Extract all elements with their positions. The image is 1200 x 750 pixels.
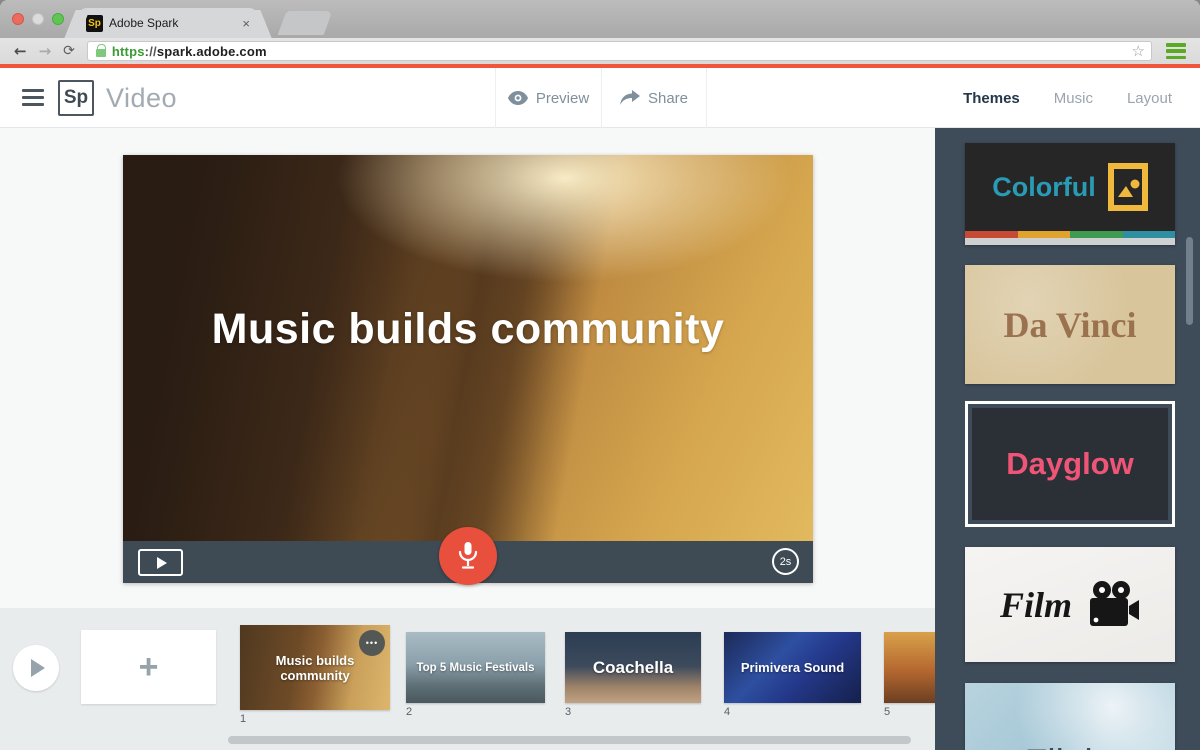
timeline-play-button[interactable] (13, 645, 59, 691)
timeline-scrollbar[interactable] (228, 736, 911, 744)
slide-4-label: Primivera Sound (735, 660, 850, 675)
url-text: https://spark.adobe.com (112, 44, 267, 59)
theme-card-flight[interactable]: Flight (965, 683, 1175, 750)
bookmark-star-icon[interactable]: ☆ (1132, 42, 1145, 60)
browser-menu-icon[interactable] (1166, 43, 1186, 59)
timeline-play-icon (31, 659, 45, 677)
slide-4-number: 4 (724, 706, 730, 718)
new-tab-button[interactable] (278, 11, 333, 35)
tab-layout[interactable]: Layout (1127, 90, 1172, 107)
header-actions: Preview Share (495, 68, 707, 128)
video-canvas[interactable]: Music builds community 2s (123, 155, 813, 583)
slide-options-icon[interactable]: ••• (359, 630, 385, 656)
tab-title: Adobe Spark (109, 16, 236, 30)
close-window-button[interactable] (12, 13, 24, 25)
slide-2-number: 2 (406, 706, 412, 718)
minimize-window-button[interactable] (32, 13, 44, 25)
slide-3-number: 3 (565, 706, 571, 718)
slide-thumbnail-5[interactable]: Rock 5 (884, 632, 935, 703)
colorful-color-strip (965, 231, 1175, 238)
theme-card-film[interactable]: Film (965, 547, 1175, 662)
slide-thumbnail-2[interactable]: Top 5 Music Festivals 2 (406, 632, 545, 703)
theme-davinci-name: Da Vinci (1003, 304, 1136, 346)
movie-camera-icon (1086, 580, 1140, 630)
slide-2-label: Top 5 Music Festivals (410, 662, 540, 674)
tab-themes[interactable]: Themes (963, 90, 1020, 107)
share-button[interactable]: Share (601, 68, 707, 128)
share-arrow-icon (620, 90, 640, 106)
add-slide-button[interactable]: + (81, 630, 216, 704)
canvas-toolbar: 2s (123, 541, 813, 583)
preview-button[interactable]: Preview (495, 68, 601, 128)
timeline: + Music builds community ••• 1 Top 5 Mus… (0, 608, 935, 750)
microphone-icon (456, 541, 480, 571)
slide-thumbnail-1[interactable]: Music builds community ••• 1 (240, 625, 390, 710)
url-scheme: https (112, 44, 145, 59)
preview-label: Preview (536, 90, 589, 107)
stage: Music builds community 2s (0, 128, 1200, 750)
theme-card-davinci[interactable]: Da Vinci (965, 265, 1175, 384)
slide-3-label: Coachella (587, 658, 679, 678)
url-separator: :// (145, 44, 157, 59)
url-host: spark.adobe.com (157, 44, 267, 59)
browser-window: Sp Adobe Spark × ← → ⟳ https://spark.ado… (0, 0, 1200, 750)
spark-logo[interactable]: Sp (58, 80, 94, 116)
duration-badge[interactable]: 2s (772, 548, 799, 575)
tab-close-icon[interactable]: × (242, 16, 250, 31)
app-title: Video (106, 83, 177, 114)
slide-1-label: Music builds community (240, 653, 390, 683)
forward-icon[interactable]: → (39, 44, 52, 59)
fullscreen-window-button[interactable] (52, 13, 64, 25)
address-bar[interactable]: https://spark.adobe.com ☆ (87, 41, 1152, 61)
theme-dayglow-name: Dayglow (1006, 446, 1133, 482)
colorful-base-strip (965, 238, 1175, 245)
theme-colorful-name: Colorful (992, 172, 1095, 203)
themes-panel: Colorful Da Vinci Dayglow (935, 128, 1200, 750)
browser-navbar: ← → ⟳ https://spark.adobe.com ☆ (0, 38, 1200, 64)
themes-scrollbar[interactable] (1186, 237, 1193, 325)
slide-thumbnail-3[interactable]: Coachella 3 (565, 632, 701, 703)
slide-title-text[interactable]: Music builds community (123, 305, 813, 354)
reload-icon[interactable]: ⟳ (63, 44, 75, 58)
app-header: Sp Video Preview Share Themes Music Layo… (0, 68, 1200, 128)
theme-card-dayglow[interactable]: Dayglow (965, 401, 1175, 527)
https-lock-icon (96, 49, 106, 57)
back-icon[interactable]: ← (14, 44, 27, 59)
panel-tabs: Themes Music Layout (963, 68, 1200, 128)
slide-thumbnail-4[interactable]: Primivera Sound 4 (724, 632, 861, 703)
eye-icon (508, 91, 528, 105)
app-menu-icon[interactable] (22, 89, 44, 106)
theme-film-name: Film (1000, 584, 1072, 626)
share-label: Share (648, 90, 688, 107)
browser-tab[interactable]: Sp Adobe Spark × (78, 8, 258, 38)
slide-background-image[interactable]: Music builds community (123, 155, 813, 541)
tab-music[interactable]: Music (1054, 90, 1093, 107)
slide-5-number: 5 (884, 706, 890, 718)
picture-frame-icon (1108, 163, 1148, 211)
record-microphone-button[interactable] (439, 527, 497, 585)
play-icon (157, 557, 167, 569)
tab-favicon: Sp (86, 15, 103, 32)
browser-tab-bar: Sp Adobe Spark × (0, 0, 1200, 38)
slide-1-number: 1 (240, 713, 246, 725)
play-button[interactable] (138, 549, 183, 576)
window-controls (12, 13, 64, 25)
theme-card-colorful[interactable]: Colorful (965, 143, 1175, 245)
theme-flight-name: Flight (1025, 742, 1115, 750)
